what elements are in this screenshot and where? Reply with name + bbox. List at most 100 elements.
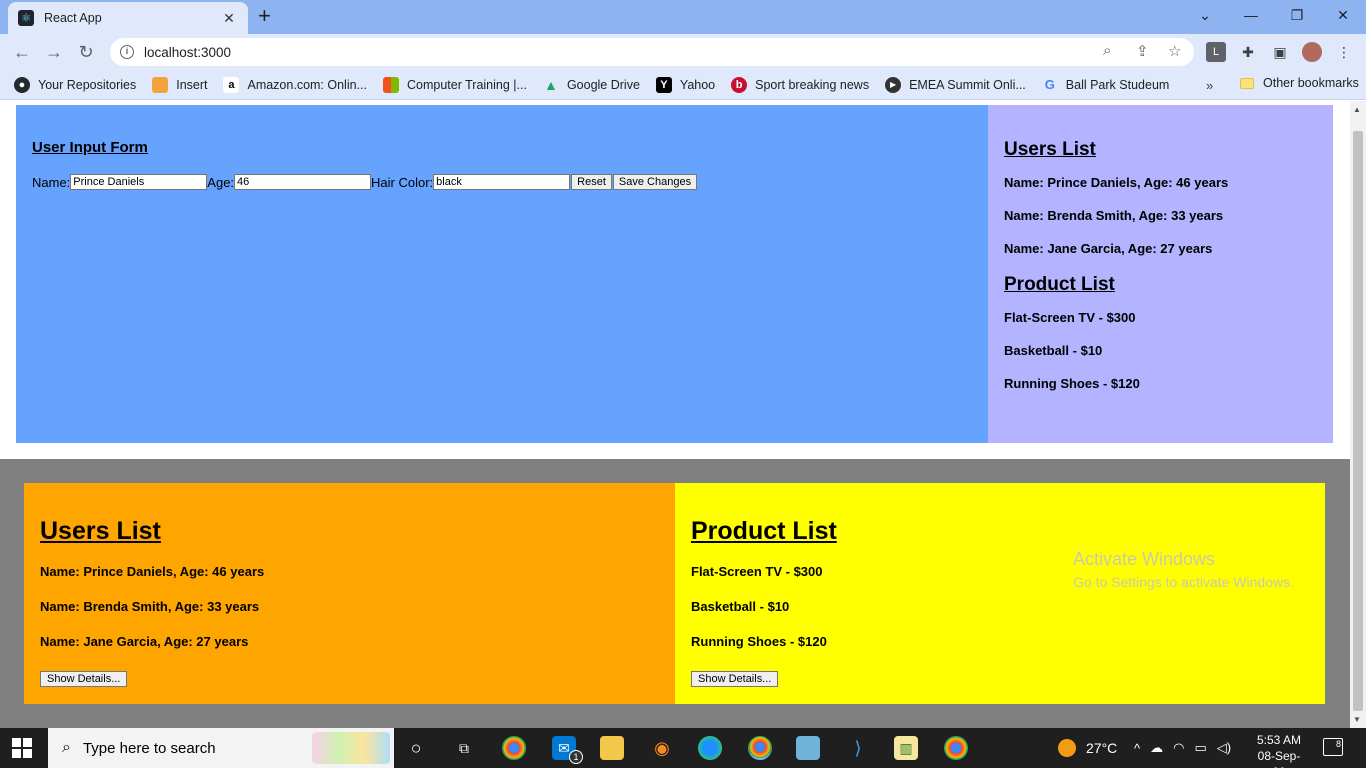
mail-badge: 1 <box>569 750 583 764</box>
show-details-button[interactable]: Show Details... <box>691 671 779 687</box>
user-item: Name: Prince Daniels, Age: 46 years <box>40 564 265 579</box>
file-explorer-icon[interactable] <box>600 736 624 760</box>
users-list-title: Users List <box>40 517 161 545</box>
close-tab-icon[interactable]: ✕ <box>220 10 238 27</box>
github-icon: ● <box>14 76 30 93</box>
age-label: Age: <box>207 174 235 190</box>
age-input[interactable] <box>234 174 372 190</box>
cortana-icon[interactable]: ○ <box>404 736 428 760</box>
chevron-up-icon[interactable]: ^ <box>1134 741 1140 756</box>
hair-color-input[interactable] <box>433 174 571 190</box>
scroll-up-icon[interactable]: ▲ <box>1353 105 1361 114</box>
watermark-title: Activate Windows <box>1073 549 1216 569</box>
form-row: Name: Age: Hair Color: Reset Save Change… <box>32 174 972 190</box>
close-window-icon[interactable]: ✕ <box>1320 0 1366 30</box>
task-view-icon[interactable]: ⧉ <box>452 736 476 760</box>
site-info-icon[interactable]: i <box>120 45 134 59</box>
bookmark-item[interactable]: b Sport breaking news <box>731 76 870 93</box>
weather-widget[interactable]: 27°C <box>1058 728 1117 768</box>
share-icon[interactable]: ⇪ <box>1136 42 1149 60</box>
chrome-icon[interactable] <box>502 736 526 760</box>
bookmark-icon <box>152 76 169 93</box>
battery-icon[interactable]: ▭ <box>1194 740 1206 756</box>
other-bookmarks-folder[interactable]: Other bookmarks <box>1240 76 1359 90</box>
windows-taskbar: ⌕ Type here to search ○ ⧉ ✉ 1 ◉ ⟩ ▥ 27°C… <box>0 728 1366 768</box>
bookmark-label: Insert <box>176 77 208 92</box>
browser-tab[interactable]: ⚛ React App ✕ <box>8 2 248 34</box>
bookmark-item[interactable]: ▶ EMEA Summit Onli... <box>885 76 1026 93</box>
extensions-puzzle-icon[interactable]: ✚ <box>1238 42 1258 62</box>
name-input[interactable] <box>70 174 208 190</box>
user-item: Name: Jane Garcia, Age: 27 years <box>40 634 249 649</box>
reload-icon[interactable]: ↻ <box>74 40 98 64</box>
profile-avatar[interactable] <box>1302 42 1322 62</box>
bookmark-item[interactable]: ▲ Google Drive <box>543 77 640 93</box>
app-icon[interactable] <box>796 736 820 760</box>
search-placeholder: Type here to search <box>82 739 216 757</box>
yahoo-icon: Y <box>655 76 672 93</box>
more-bookmarks-icon[interactable]: » <box>1206 78 1213 93</box>
bookmark-label: Ball Park Studeum <box>1065 77 1170 92</box>
save-changes-button[interactable]: Save Changes <box>612 174 698 190</box>
bookmark-item[interactable]: Y Yahoo <box>655 76 715 93</box>
windows-start-icon[interactable] <box>12 738 34 758</box>
vscode-icon[interactable]: ⟩ <box>846 736 870 760</box>
bookmark-item[interactable]: G Ball Park Studeum <box>1042 77 1170 93</box>
blender-icon[interactable]: ◉ <box>650 736 674 760</box>
taskbar-search[interactable]: ⌕ Type here to search <box>48 728 394 768</box>
google-drive-icon: ▲ <box>544 76 558 93</box>
bookmark-item[interactable]: Insert <box>152 76 208 93</box>
bookmark-label: EMEA Summit Onli... <box>909 77 1026 92</box>
microsoft-icon <box>382 76 399 93</box>
onedrive-icon[interactable]: ☁ <box>1150 740 1163 756</box>
menu-kebab-icon[interactable]: ⋮ <box>1334 42 1354 62</box>
new-tab-button[interactable]: + <box>258 5 271 27</box>
zoom-icon[interactable]: ⌕ <box>1103 42 1111 59</box>
star-icon[interactable]: ☆ <box>1168 42 1181 60</box>
product-list-title: Product List <box>691 517 837 545</box>
bookmark-item[interactable]: a Amazon.com: Onlin... <box>223 76 367 93</box>
name-label: Name: <box>32 174 71 190</box>
product-item: Running Shoes - $120 <box>691 634 827 649</box>
address-bar[interactable]: i localhost:3000 <box>110 38 1194 66</box>
sport-icon: b <box>731 76 748 93</box>
tab-title: React App <box>44 11 102 25</box>
reset-button[interactable]: Reset <box>571 174 612 190</box>
page-scrollbar[interactable]: ▲ ▼ <box>1350 101 1366 728</box>
user-item: Name: Prince Daniels, Age: 46 years <box>1004 175 1229 190</box>
wifi-icon[interactable]: ◠ <box>1173 740 1184 756</box>
notifications-icon[interactable]: 8 <box>1323 738 1343 756</box>
restore-icon[interactable]: ❐ <box>1274 0 1320 30</box>
bookmark-label: Your Repositories <box>38 77 137 92</box>
bookmark-item[interactable]: ● Your Repositories <box>14 76 137 93</box>
user-input-form: User Input Form Name: Age: Hair Color: R… <box>16 105 988 443</box>
forward-icon[interactable]: → <box>42 40 66 64</box>
other-bookmarks-label: Other bookmarks <box>1263 76 1359 90</box>
scrollbar-thumb[interactable] <box>1353 131 1363 711</box>
edge-icon[interactable] <box>698 736 722 760</box>
bookmark-label: Computer Training |... <box>406 77 527 92</box>
activate-windows-watermark: Activate Windows Go to Settings to activ… <box>1073 549 1294 590</box>
bottom-section: Users List Name: Prince Daniels, Age: 46… <box>0 459 1350 728</box>
bookmark-label: Sport breaking news <box>755 77 870 92</box>
product-item: Basketball - $10 <box>1004 343 1103 358</box>
minimize-icon[interactable]: — <box>1228 0 1274 30</box>
top-section: User Input Form Name: Age: Hair Color: R… <box>16 105 1333 443</box>
folder-icon <box>1240 77 1254 89</box>
back-icon[interactable]: ← <box>10 40 34 64</box>
bookmark-item[interactable]: Computer Training |... <box>382 76 527 93</box>
scroll-down-icon[interactable]: ▼ <box>1353 715 1361 724</box>
spreadsheet-icon[interactable]: ▥ <box>894 736 918 760</box>
user-item: Name: Brenda Smith, Age: 33 years <box>1004 208 1224 223</box>
bookmark-label: Google Drive <box>566 77 640 92</box>
volume-icon[interactable]: ◁) <box>1217 740 1231 756</box>
system-clock[interactable]: 5:53 AM 08-Sep-22 <box>1252 732 1306 768</box>
show-details-button[interactable]: Show Details... <box>40 671 128 687</box>
product-list-title: Product List <box>1004 274 1115 295</box>
chrome-active-icon[interactable] <box>748 736 772 760</box>
clock-date: 08-Sep-22 <box>1257 749 1301 768</box>
tab-search-icon[interactable]: ⌄ <box>1182 0 1228 30</box>
chrome-profile-icon[interactable] <box>944 736 968 760</box>
side-panel-icon[interactable]: ▣ <box>1270 42 1290 62</box>
extension-l-icon[interactable]: L <box>1206 42 1226 62</box>
